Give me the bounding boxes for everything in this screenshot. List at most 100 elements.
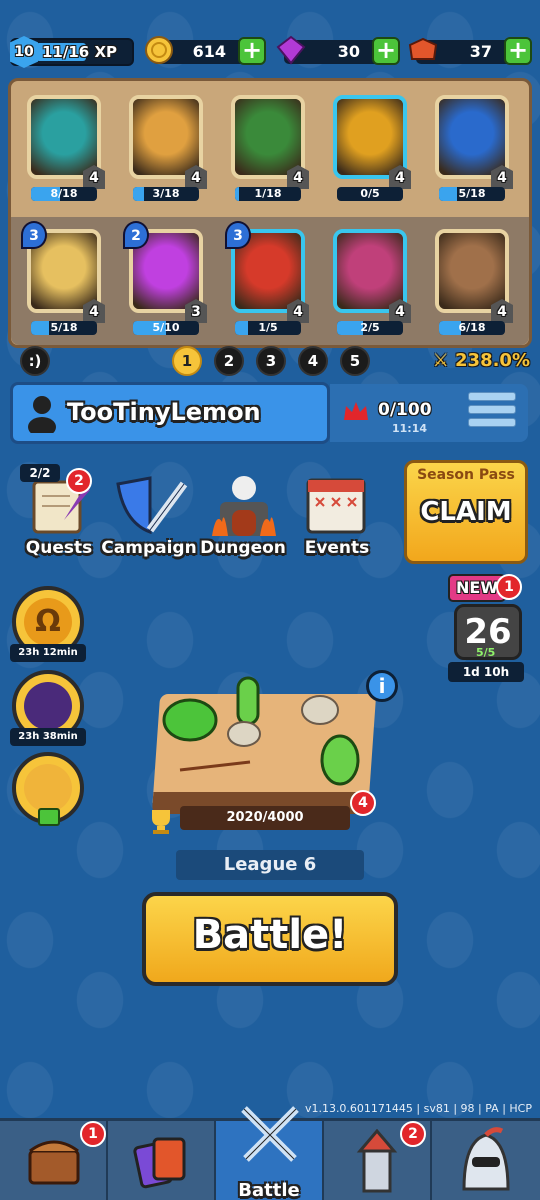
trophy-icon (152, 810, 170, 834)
deck-tab-4[interactable]: 4 (298, 346, 328, 376)
card-progress-text: 1/18 (254, 187, 282, 200)
xp-text: 11/16 XP (42, 43, 118, 61)
deck-card[interactable]: 4 6/18 (429, 221, 515, 345)
omega-icon: Ω (24, 598, 72, 646)
bottom-navigation: 1 Battle 2 (0, 1106, 540, 1200)
shop-badge: 1 (80, 1121, 106, 1147)
knight-helmet-icon (462, 1127, 510, 1191)
player-name: TooTinyLemon (67, 398, 261, 426)
unit-portrait-icon (337, 233, 403, 309)
tab-shop[interactable]: 1 (0, 1121, 108, 1200)
video-play-icon (38, 808, 60, 826)
card-cost: 3 (21, 221, 47, 249)
deck-tab-3[interactable]: 3 (256, 346, 286, 376)
tab-battle[interactable]: Battle (216, 1106, 324, 1200)
card-progress-bar: 0/5 (337, 187, 403, 201)
deck-card[interactable]: 4 5/18 3 (21, 221, 107, 345)
deck-card[interactable]: 3 5/10 2 (123, 221, 209, 345)
gems-counter: 30 + (276, 35, 400, 65)
wizard-icon (24, 682, 72, 730)
deck-card[interactable]: 4 8/18 (21, 87, 107, 211)
deck-tab-2[interactable]: 2 (214, 346, 244, 376)
tab-profile[interactable] (432, 1121, 540, 1200)
deck-power-stat[interactable]: ⚔ 238.0% (433, 350, 530, 371)
card-frame (27, 95, 101, 179)
emote-button[interactable]: :) (20, 346, 50, 376)
player-level: 10 (10, 36, 38, 68)
card-progress-text: 8/18 (50, 187, 78, 200)
card-progress-text: 5/10 (152, 321, 180, 334)
deck-tab-1[interactable]: 1 (172, 346, 202, 376)
add-gems-button[interactable]: + (372, 37, 400, 65)
cards-icon (133, 1137, 186, 1189)
card-progress-bar: 5/18 (31, 321, 97, 335)
tab-clan[interactable]: 2 (324, 1121, 432, 1200)
info-button[interactable]: i (366, 670, 398, 702)
card-progress-text: 5/18 (458, 187, 486, 200)
coin-icon (145, 36, 173, 64)
dungeon-button[interactable]: Dungeon (198, 462, 288, 558)
arena-island[interactable]: 4 2020/4000 (150, 670, 380, 840)
menu-button[interactable] (468, 392, 516, 434)
battle-button-label: Battle! (192, 912, 348, 958)
deck-card[interactable]: 4 1/5 3 (225, 221, 311, 345)
quests-badge: 2 (66, 468, 92, 494)
card-progress-bar: 5/10 (133, 321, 199, 335)
free-coins-ad-button[interactable] (12, 752, 84, 826)
card-cost: 3 (225, 221, 251, 249)
tab-cards[interactable] (108, 1121, 216, 1200)
card-progress-bar: 1/18 (235, 187, 301, 201)
card-progress-bar: 6/18 (439, 321, 505, 335)
campaign-button[interactable]: Campaign (101, 462, 197, 558)
unit-portrait-icon (439, 233, 505, 309)
card-progress-text: 2/5 (360, 321, 380, 334)
dungeon-icon (212, 476, 276, 536)
season-pass-claim-button[interactable]: CLAIM (407, 497, 525, 527)
avatar-icon (28, 396, 56, 433)
trophy-timer: 11:14 (392, 422, 428, 435)
gems-amount: 30 (337, 42, 360, 61)
coin-stack-icon (24, 764, 72, 812)
add-tokens-button[interactable]: + (504, 37, 532, 65)
unit-portrait-icon (439, 99, 505, 175)
card-frame (435, 95, 509, 179)
token-icon (408, 37, 438, 60)
arena-scenery-icon (162, 676, 360, 786)
unit-portrait-icon (31, 99, 97, 175)
offer-stock: 5/5 (476, 646, 496, 659)
card-progress-bar: 2/5 (337, 321, 403, 335)
arena-trophy-score: 2020/4000 (180, 806, 350, 830)
card-progress-text: 0/5 (360, 187, 380, 200)
card-frame (231, 95, 305, 179)
card-progress-bar: 3/18 (133, 187, 199, 201)
chest-icon (28, 1140, 80, 1185)
deck-card[interactable]: 4 2/5 (327, 221, 413, 345)
deck-card[interactable]: 4 1/18 (225, 87, 311, 211)
card-progress-bar: 8/18 (31, 187, 97, 201)
deck-card[interactable]: 4 3/18 (123, 87, 209, 211)
tokens-counter: 37 + (408, 37, 532, 65)
trophy-road[interactable]: 0/100 11:14 (330, 384, 528, 442)
battle-button[interactable]: Battle! (142, 892, 398, 986)
season-pass-panel[interactable]: Season Pass CLAIM (404, 460, 528, 564)
omega-event-timer: 23h 12min (10, 644, 86, 662)
new-offer[interactable]: NEW 1 26 5/5 1d 10h (446, 574, 526, 682)
unit-portrait-icon (235, 99, 301, 175)
card-cost: 2 (123, 221, 149, 249)
xp-bar[interactable]: 10 11/16 XP (10, 36, 134, 68)
deck-card[interactable]: 4 0/5 (327, 87, 413, 211)
new-offer-badge: 1 (496, 574, 522, 600)
deck-tab-5[interactable]: 5 (340, 346, 370, 376)
version-text: v1.13.0.601171445 | sv81 | 98 | PA | HCP (304, 1102, 532, 1115)
add-coins-button[interactable]: + (238, 37, 266, 65)
quests-button[interactable]: 2/2 2 Quests (14, 462, 104, 558)
card-frame (129, 95, 203, 179)
events-button[interactable]: Events (292, 462, 382, 558)
deck-panel: 4 8/18 4 3/18 4 1/18 4 0/5 4 5/18 4 5/18 3 3 5/10 2 4 1/5… (8, 78, 532, 348)
deck-card[interactable]: 4 5/18 (429, 87, 515, 211)
league-label: League 6 (176, 850, 364, 880)
coins-counter: 614 + (145, 36, 266, 65)
coins-amount: 614 (192, 42, 226, 61)
player-profile-bar[interactable]: TooTinyLemon (10, 382, 330, 444)
tab-battle-label: Battle (238, 1180, 300, 1200)
